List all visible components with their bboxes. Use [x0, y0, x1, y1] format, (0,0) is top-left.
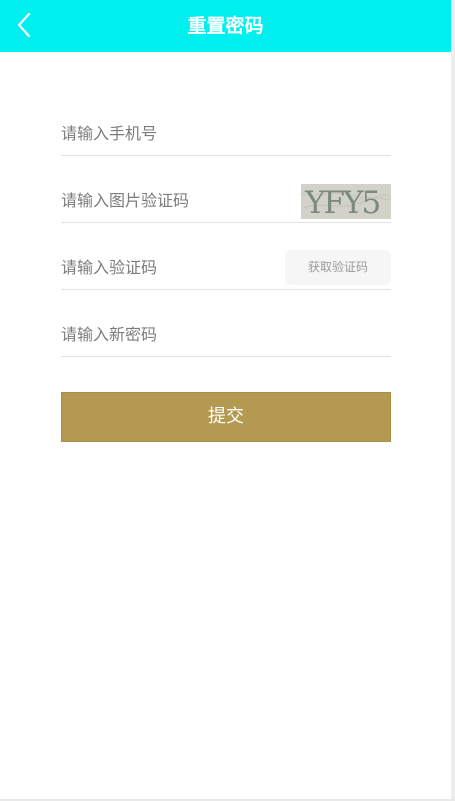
image-code-field: YFY5 [61, 178, 391, 223]
image-code-input[interactable] [61, 178, 291, 222]
phone-input[interactable] [61, 111, 291, 155]
page-title: 重置密码 [187, 15, 264, 37]
captcha-text: YFY5 [304, 185, 379, 219]
new-password-input[interactable] [61, 312, 291, 356]
new-password-field [61, 312, 391, 357]
page-right-edge [451, 0, 455, 801]
get-code-button[interactable]: 获取验证码 [285, 250, 391, 285]
header-bar: 重置密码 [0, 0, 451, 52]
phone-field [61, 111, 391, 156]
submit-button[interactable]: 提交 [61, 392, 391, 442]
captcha-image[interactable]: YFY5 [301, 184, 391, 219]
sms-code-field: 获取验证码 [61, 245, 391, 290]
sms-code-input[interactable] [61, 245, 291, 289]
captcha-graphic: YFY5 [301, 184, 391, 219]
